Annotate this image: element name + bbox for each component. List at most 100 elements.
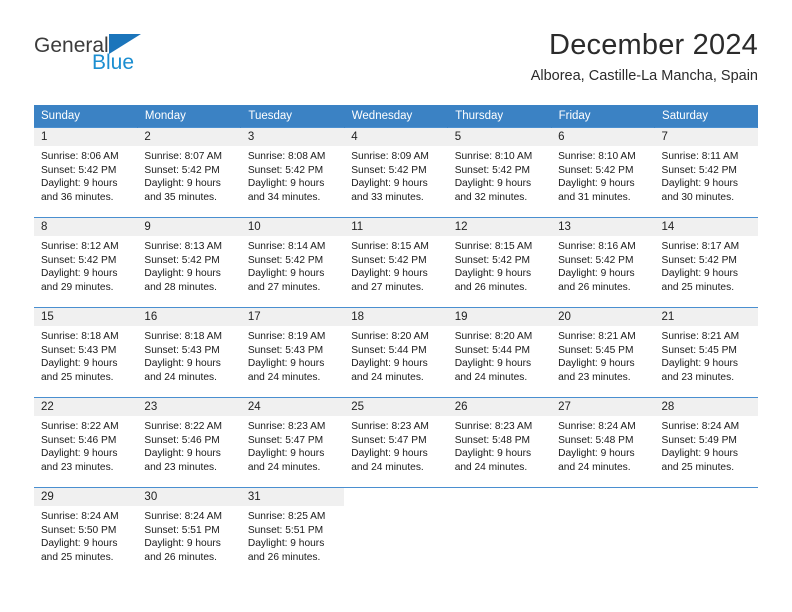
sunrise-text: Sunrise: 8:21 AM — [558, 331, 636, 342]
day-cell[interactable]: 4 Sunrise: 8:09 AM Sunset: 5:42 PM Dayli… — [344, 127, 448, 218]
sunset-text: Sunset: 5:42 PM — [144, 254, 220, 266]
day-cell[interactable]: 18 Sunrise: 8:20 AM Sunset: 5:44 PM Dayl… — [344, 307, 448, 398]
day-cell[interactable]: 13 Sunrise: 8:16 AM Sunset: 5:42 PM Dayl… — [551, 217, 655, 308]
daylight-text-line2: and 31 minutes. — [558, 191, 631, 203]
daylight-text-line1: Daylight: 9 hours — [144, 448, 221, 460]
daylight-text-line2: and 24 minutes. — [558, 461, 631, 473]
day-details: Sunrise: 8:12 AM Sunset: 5:42 PM Dayligh… — [34, 236, 137, 294]
day-details: Sunrise: 8:24 AM Sunset: 5:51 PM Dayligh… — [137, 506, 240, 564]
day-details: Sunrise: 8:18 AM Sunset: 5:43 PM Dayligh… — [34, 326, 137, 384]
daylight-text-line1: Daylight: 9 hours — [247, 448, 325, 460]
day-cell[interactable]: 10 Sunrise: 8:14 AM Sunset: 5:42 PM Dayl… — [240, 217, 345, 308]
daylight-text-line2: and 27 minutes. — [351, 281, 424, 293]
day-number: 23 — [137, 398, 241, 416]
page-title: December 2024 — [549, 29, 758, 61]
day-cell[interactable]: 9 Sunrise: 8:13 AM Sunset: 5:42 PM Dayli… — [137, 217, 241, 308]
daylight-text-line2: and 23 minutes. — [661, 371, 735, 383]
day-details: Sunrise: 8:24 AM Sunset: 5:50 PM Dayligh… — [34, 506, 137, 564]
day-cell[interactable]: 7 Sunrise: 8:11 AM Sunset: 5:42 PM Dayli… — [654, 127, 758, 218]
title-block: December 2024 Alborea, Castille-La Manch… — [531, 28, 758, 86]
day-cell[interactable]: 5 Sunrise: 8:10 AM Sunset: 5:42 PM Dayli… — [447, 127, 552, 218]
day-number: 28 — [654, 398, 758, 416]
sunset-text: Sunset: 5:42 PM — [454, 164, 531, 176]
sunrise-text: Sunrise: 8:21 AM — [661, 331, 740, 342]
sunrise-text: Sunrise: 8:09 AM — [351, 151, 429, 162]
day-number: 6 — [551, 128, 655, 146]
day-number: 5 — [447, 128, 552, 146]
day-cell[interactable]: 31 Sunrise: 8:25 AM Sunset: 5:51 PM Dayl… — [240, 487, 345, 572]
day-cell[interactable]: 28 Sunrise: 8:24 AM Sunset: 5:49 PM Dayl… — [654, 397, 758, 488]
sunrise-text: Sunrise: 8:15 AM — [351, 241, 429, 252]
day-cell[interactable]: 26 Sunrise: 8:23 AM Sunset: 5:48 PM Dayl… — [447, 397, 552, 488]
day-details: Sunrise: 8:22 AM Sunset: 5:46 PM Dayligh… — [34, 416, 137, 474]
day-cell[interactable]: 21 Sunrise: 8:21 AM Sunset: 5:45 PM Dayl… — [654, 307, 758, 398]
day-number: 31 — [240, 488, 345, 506]
day-cell[interactable]: 30 Sunrise: 8:24 AM Sunset: 5:51 PM Dayl… — [137, 487, 241, 572]
day-details: Sunrise: 8:23 AM Sunset: 5:48 PM Dayligh… — [448, 416, 551, 474]
day-details: Sunrise: 8:21 AM Sunset: 5:45 PM Dayligh… — [655, 326, 758, 384]
sunset-text: Sunset: 5:42 PM — [144, 164, 220, 176]
day-cell[interactable]: 6 Sunrise: 8:10 AM Sunset: 5:42 PM Dayli… — [551, 127, 655, 218]
sunset-text: Sunset: 5:48 PM — [454, 434, 531, 446]
daylight-text-line2: and 26 minutes. — [144, 551, 217, 563]
daylight-text-line1: Daylight: 9 hours — [661, 448, 738, 460]
day-details: Sunrise: 8:10 AM Sunset: 5:42 PM Dayligh… — [551, 146, 654, 204]
day-cell[interactable]: 16 Sunrise: 8:18 AM Sunset: 5:43 PM Dayl… — [137, 307, 241, 398]
calendar-table: Sunday Monday Tuesday Wednesday Thursday… — [34, 105, 759, 572]
day-number: 13 — [551, 218, 655, 236]
daylight-text-line1: Daylight: 9 hours — [558, 448, 635, 460]
day-details: Sunrise: 8:08 AM Sunset: 5:42 PM Dayligh… — [241, 146, 344, 204]
calendar-week-row: 15 Sunrise: 8:18 AM Sunset: 5:43 PM Dayl… — [34, 307, 758, 398]
day-cell[interactable]: 23 Sunrise: 8:22 AM Sunset: 5:46 PM Dayl… — [137, 397, 241, 488]
daylight-text-line1: Daylight: 9 hours — [558, 358, 635, 370]
daylight-text-line1: Daylight: 9 hours — [41, 268, 118, 280]
day-cell[interactable]: 2 Sunrise: 8:07 AM Sunset: 5:42 PM Dayli… — [137, 127, 241, 218]
daylight-text-line1: Daylight: 9 hours — [247, 178, 325, 190]
sunrise-text: Sunrise: 8:19 AM — [247, 331, 326, 342]
calendar-week-row: 29 Sunrise: 8:24 AM Sunset: 5:50 PM Dayl… — [34, 487, 758, 572]
day-number: 16 — [137, 308, 241, 326]
daylight-text-line1: Daylight: 9 hours — [351, 268, 428, 280]
day-cell[interactable]: 17 Sunrise: 8:19 AM Sunset: 5:43 PM Dayl… — [240, 307, 345, 398]
day-cell[interactable]: 27 Sunrise: 8:24 AM Sunset: 5:48 PM Dayl… — [551, 397, 655, 488]
sunset-text: Sunset: 5:42 PM — [454, 254, 531, 266]
sunrise-text: Sunrise: 8:07 AM — [144, 151, 223, 162]
day-details: Sunrise: 8:23 AM Sunset: 5:47 PM Dayligh… — [241, 416, 344, 474]
sunrise-text: Sunrise: 8:24 AM — [144, 511, 223, 522]
daylight-text-line2: and 26 minutes. — [558, 281, 631, 293]
weekday-header-tuesday: Tuesday — [240, 105, 345, 128]
daylight-text-line2: and 23 minutes. — [558, 371, 631, 383]
sunrise-text: Sunrise: 8:10 AM — [558, 151, 636, 162]
sunrise-text: Sunrise: 8:24 AM — [661, 421, 740, 432]
day-cell[interactable]: 15 Sunrise: 8:18 AM Sunset: 5:43 PM Dayl… — [34, 307, 138, 398]
brand-logo[interactable]: General Blue — [34, 34, 264, 86]
sunset-text: Sunset: 5:46 PM — [41, 434, 117, 446]
sunset-text: Sunset: 5:43 PM — [41, 344, 117, 356]
day-cell[interactable]: 25 Sunrise: 8:23 AM Sunset: 5:47 PM Dayl… — [344, 397, 448, 488]
day-details: Sunrise: 8:15 AM Sunset: 5:42 PM Dayligh… — [448, 236, 551, 294]
sunset-text: Sunset: 5:42 PM — [351, 254, 427, 266]
daylight-text-line2: and 24 minutes. — [144, 371, 217, 383]
sunrise-text: Sunrise: 8:20 AM — [454, 331, 533, 342]
daylight-text-line1: Daylight: 9 hours — [454, 448, 532, 460]
day-cell[interactable]: 29 Sunrise: 8:24 AM Sunset: 5:50 PM Dayl… — [34, 487, 138, 572]
day-cell[interactable]: 20 Sunrise: 8:21 AM Sunset: 5:45 PM Dayl… — [551, 307, 655, 398]
day-cell[interactable]: 12 Sunrise: 8:15 AM Sunset: 5:42 PM Dayl… — [447, 217, 552, 308]
daylight-text-line2: and 23 minutes. — [41, 461, 114, 473]
daylight-text-line1: Daylight: 9 hours — [351, 448, 428, 460]
day-cell[interactable]: 22 Sunrise: 8:22 AM Sunset: 5:46 PM Dayl… — [34, 397, 138, 488]
day-cell[interactable]: 1 Sunrise: 8:06 AM Sunset: 5:42 PM Dayli… — [34, 127, 138, 218]
daylight-text-line2: and 33 minutes. — [351, 191, 424, 203]
sunset-text: Sunset: 5:42 PM — [247, 164, 324, 176]
day-cell[interactable]: 14 Sunrise: 8:17 AM Sunset: 5:42 PM Dayl… — [654, 217, 758, 308]
day-details: Sunrise: 8:06 AM Sunset: 5:42 PM Dayligh… — [34, 146, 137, 204]
brand-logo-top: General — [34, 34, 264, 56]
day-cell[interactable]: 24 Sunrise: 8:23 AM Sunset: 5:47 PM Dayl… — [240, 397, 345, 488]
daylight-text-line2: and 25 minutes. — [661, 281, 735, 293]
sunset-text: Sunset: 5:45 PM — [558, 344, 634, 356]
weekday-header-friday: Friday — [551, 105, 656, 128]
day-cell[interactable]: 19 Sunrise: 8:20 AM Sunset: 5:44 PM Dayl… — [447, 307, 552, 398]
day-cell[interactable]: 8 Sunrise: 8:12 AM Sunset: 5:42 PM Dayli… — [34, 217, 138, 308]
day-cell[interactable]: 3 Sunrise: 8:08 AM Sunset: 5:42 PM Dayli… — [240, 127, 345, 218]
day-cell[interactable]: 11 Sunrise: 8:15 AM Sunset: 5:42 PM Dayl… — [344, 217, 448, 308]
